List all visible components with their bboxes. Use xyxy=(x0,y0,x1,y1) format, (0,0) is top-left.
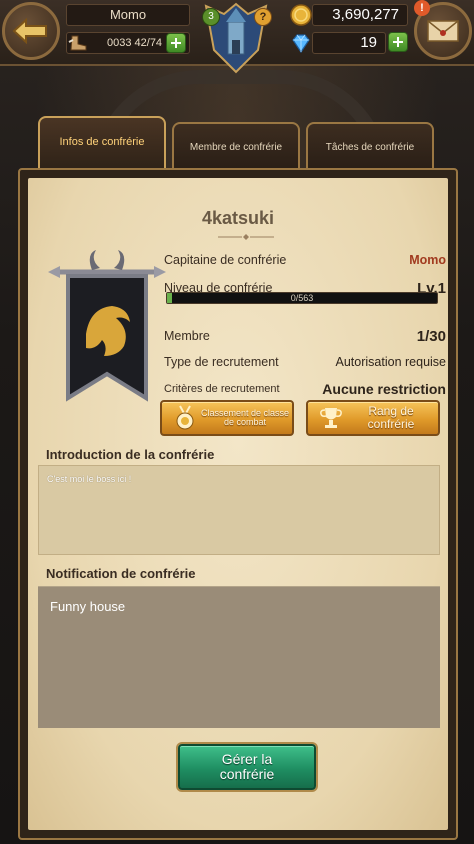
tab-guild-members[interactable]: Membre de confrérie xyxy=(172,122,300,168)
recruit-type-value: Autorisation requise xyxy=(335,355,446,369)
gold-coin-icon xyxy=(290,4,312,26)
combat-class-ranking-label: Classement de classe de combat xyxy=(200,407,290,427)
add-stamina-button[interactable] xyxy=(166,33,186,53)
manage-guild-label: Gérer la confrérie xyxy=(219,751,275,782)
alert-badge-icon: ! xyxy=(414,0,430,16)
guild-rank-label: Rang de confrérie xyxy=(367,404,415,431)
tab-guild-info[interactable]: Infos de confrérie xyxy=(38,116,166,170)
trophy-icon xyxy=(320,408,342,428)
ornament-divider-icon xyxy=(218,234,274,240)
guild-info-panel: 4katsuki Capitaine de confrérie Momo Niv… xyxy=(18,168,458,840)
recruit-criteria-value: Aucune restriction xyxy=(322,381,446,397)
back-arrow-icon xyxy=(12,18,47,44)
member-label: Membre xyxy=(164,329,210,343)
guild-name: 4katsuki xyxy=(201,208,275,228)
combat-class-ranking-button[interactable]: Classement de classe de combat xyxy=(160,400,294,436)
level-badge: 3 xyxy=(202,8,220,26)
player-info: Momo 0033 42/74 xyxy=(66,4,196,58)
member-value: 1/30 xyxy=(416,327,446,345)
captain-row: Capitaine de confrérie Momo xyxy=(164,250,446,270)
top-hud: Momo 0033 42/74 3 ? 3,690,277 ! 19 xyxy=(0,0,474,74)
stamina-boot-icon xyxy=(68,35,87,51)
guild-rank-button[interactable]: Rang de confrérie xyxy=(306,400,440,436)
intro-title: Introduction de la confrérie xyxy=(46,447,215,462)
intro-text: C'est moi le boss ici ! xyxy=(47,474,132,484)
gold-amount: 3,690,277 xyxy=(312,4,408,26)
guild-emblem[interactable]: 3 ? xyxy=(198,0,274,76)
player-name: Momo xyxy=(66,4,190,26)
recruit-type-row: Type de recrutement Autorisation requise xyxy=(164,352,446,372)
medal-icon xyxy=(176,405,194,430)
notification-box: Funny house xyxy=(38,586,440,728)
recruit-type-label: Type de recrutement xyxy=(164,355,279,369)
gem-amount: 19 xyxy=(312,32,386,54)
add-gems-button[interactable] xyxy=(388,32,408,52)
notification-text: Funny house xyxy=(50,599,126,614)
back-button[interactable] xyxy=(2,2,60,60)
plus-icon xyxy=(393,37,403,47)
plus-icon xyxy=(171,38,181,48)
captain-label: Capitaine de confrérie xyxy=(164,253,287,267)
guild-banner-icon xyxy=(48,250,166,402)
parchment-background: 4katsuki Capitaine de confrérie Momo Niv… xyxy=(28,178,448,830)
recruit-criteria-label: Critères de recrutement xyxy=(164,383,280,395)
tab-guild-tasks[interactable]: Tâches de confrérie xyxy=(306,122,434,168)
help-icon[interactable]: ? xyxy=(254,8,272,26)
intro-box: C'est moi le boss ici ! xyxy=(38,465,440,555)
member-row: Membre 1/30 xyxy=(164,326,446,346)
captain-value: Momo xyxy=(409,253,446,267)
guild-xp-text: 0/563 xyxy=(290,293,314,303)
envelope-icon xyxy=(427,20,459,42)
recruit-criteria-row: Critères de recrutement Aucune restricti… xyxy=(164,379,446,399)
notification-title: Notification de confrérie xyxy=(46,566,196,581)
manage-guild-button[interactable]: Gérer la confrérie xyxy=(178,744,316,790)
guild-xp-bar: 0/563 xyxy=(166,292,438,304)
gem-icon xyxy=(292,34,310,54)
